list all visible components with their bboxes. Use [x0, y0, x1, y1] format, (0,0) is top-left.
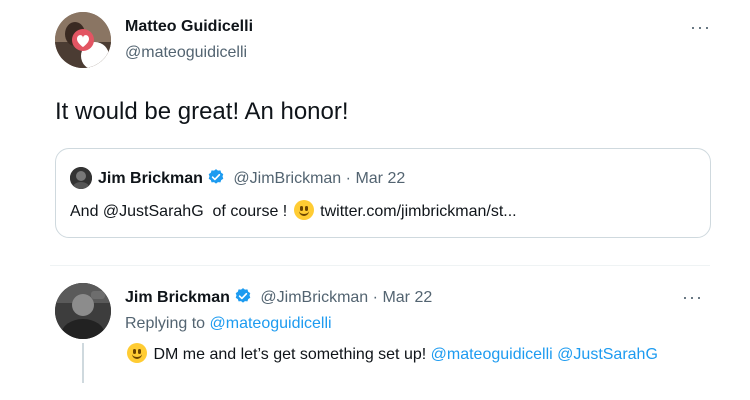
- quoted-header: Jim Brickman @JimBrickman · Mar 22: [98, 168, 405, 188]
- author-handle[interactable]: @mateoguidicelli: [125, 44, 247, 62]
- verified-badge-icon: [208, 169, 224, 184]
- quoted-author-handle: @JimBrickman: [233, 170, 342, 187]
- reply-header: Jim Brickman @JimBrickman · Mar 22: [125, 287, 432, 307]
- author-avatar[interactable]: [55, 12, 111, 68]
- quoted-author-avatar-image: [70, 167, 92, 189]
- reply-separator: ·: [372, 289, 378, 306]
- quoted-text-body: And @JustSarahG of course !: [70, 203, 288, 220]
- reply-text-body: DM me and let’s get something set up!: [153, 346, 427, 363]
- more-icon[interactable]: ···: [690, 18, 711, 36]
- reply-mention-1[interactable]: @mateoguidicelli: [431, 346, 553, 363]
- quoted-author-avatar: [70, 167, 92, 189]
- author-name[interactable]: Matteo Guidicelli: [125, 18, 253, 36]
- quoted-separator: ·: [345, 170, 351, 187]
- verified-badge-icon: [235, 288, 251, 303]
- grinning-emoji-icon: [293, 200, 314, 220]
- quoted-author-name: Jim Brickman: [98, 170, 203, 187]
- reply-text: DM me and let’s get something set up! @m…: [125, 343, 658, 364]
- reply-author-avatar-image: [55, 283, 111, 339]
- reply-date[interactable]: Mar 22: [382, 289, 432, 306]
- tweet-text: It would be great! An honor!: [55, 98, 349, 125]
- reply-mention-2[interactable]: @JustSarahG: [557, 346, 658, 363]
- reply-author-avatar[interactable]: [55, 283, 111, 339]
- quoted-link[interactable]: twitter.com/jimbrickman/st...: [320, 203, 516, 220]
- more-icon[interactable]: ···: [682, 288, 703, 306]
- grinning-emoji-icon: [127, 343, 147, 363]
- divider: [50, 265, 710, 266]
- quoted-date: Mar 22: [355, 170, 406, 187]
- quoted-tweet-card[interactable]: [55, 148, 711, 238]
- reply-author-name[interactable]: Jim Brickman: [125, 289, 230, 306]
- replying-to-mention[interactable]: @mateoguidicelli: [210, 315, 332, 332]
- replying-to-label: Replying to: [125, 315, 206, 332]
- reply-author-handle[interactable]: @JimBrickman: [260, 289, 368, 306]
- thread-line: [82, 343, 84, 383]
- replying-to: Replying to @mateoguidicelli: [125, 315, 332, 333]
- author-avatar-image: [55, 12, 111, 68]
- quoted-text: And @JustSarahG of course ! twitter.com/…: [70, 200, 517, 221]
